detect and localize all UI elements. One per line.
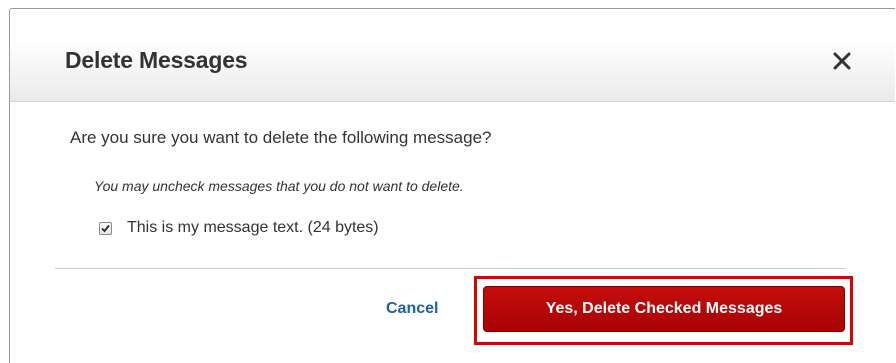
- dialog-header: Delete Messages: [10, 9, 895, 102]
- cancel-button[interactable]: Cancel: [386, 300, 438, 318]
- message-checkbox[interactable]: [99, 221, 112, 235]
- confirm-delete-button[interactable]: Yes, Delete Checked Messages: [483, 286, 845, 332]
- footer-divider: [55, 268, 846, 269]
- message-label: This is my message text. (24 bytes): [127, 219, 379, 236]
- message-item: This is my message text. (24 bytes): [99, 218, 379, 238]
- uncheck-hint: You may uncheck messages that you do not…: [94, 178, 464, 194]
- checkmark-icon: [101, 224, 110, 232]
- close-button[interactable]: [828, 47, 856, 75]
- close-icon: [833, 52, 851, 70]
- confirmation-question: Are you sure you want to delete the foll…: [70, 128, 492, 147]
- dialog-title: Delete Messages: [65, 47, 248, 73]
